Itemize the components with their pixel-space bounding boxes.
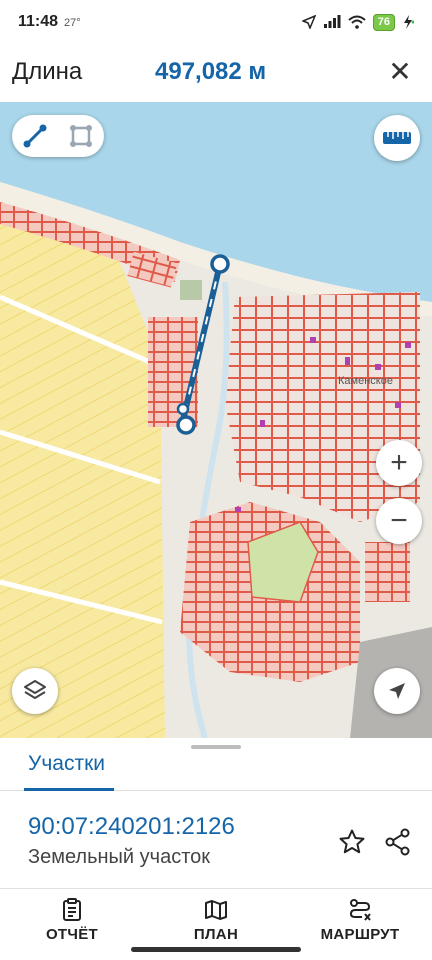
home-indicator[interactable] — [131, 947, 301, 952]
favorite-button[interactable] — [338, 828, 366, 856]
ruler-icon — [383, 132, 411, 144]
map-view[interactable]: Каменское — [0, 102, 432, 738]
measure-header: Длина 497,082 м ✕ — [0, 44, 432, 102]
status-time: 11:48 — [18, 13, 59, 30]
building — [405, 342, 411, 348]
layers-button[interactable] — [12, 668, 58, 714]
layers-icon — [24, 680, 46, 699]
zoom-out-button[interactable]: − — [376, 498, 422, 544]
battery-indicator: 76 — [372, 13, 395, 31]
area-mode-button[interactable] — [65, 120, 97, 152]
map-plan-icon — [205, 900, 227, 920]
bottom-sheet: Участки 90:07:240201:2126 Земельный учас… — [0, 738, 432, 960]
report-nav-button[interactable]: ОТЧЁТ — [17, 898, 127, 943]
area-measure-icon — [70, 125, 92, 147]
status-left: 11:48 27° — [18, 13, 81, 31]
line-measure-icon — [23, 124, 47, 148]
status-temperature: 27° — [64, 17, 81, 29]
zoom-in-button[interactable]: + — [376, 440, 422, 486]
report-icon — [63, 898, 81, 921]
navigation-arrow-icon — [389, 683, 405, 699]
plan-nav-label: ПЛАН — [193, 926, 239, 943]
close-button[interactable]: ✕ — [386, 58, 414, 86]
building — [235, 507, 241, 512]
parcel-cadastral-number[interactable]: 90:07:240201:2126 — [28, 813, 235, 841]
measure-point-mid[interactable] — [176, 402, 190, 416]
divider — [0, 888, 432, 889]
parcel-block — [365, 542, 410, 602]
star-icon — [339, 829, 365, 854]
location-arrow-icon — [301, 15, 316, 29]
measure-distance-value: 497,082 м — [155, 58, 267, 85]
building — [345, 357, 350, 365]
status-bar: 11:48 27° 76 — [0, 0, 432, 44]
green-plot — [180, 280, 202, 300]
village-label: Каменское — [338, 375, 393, 387]
measure-point-end[interactable] — [176, 415, 196, 435]
share-button[interactable] — [384, 828, 412, 856]
map-canvas[interactable]: Каменское — [0, 102, 432, 738]
route-icon — [349, 899, 371, 921]
my-location-button[interactable] — [374, 668, 420, 714]
share-icon — [385, 828, 410, 856]
measure-point-start[interactable] — [210, 254, 230, 274]
parcels-tab[interactable]: Участки — [28, 752, 105, 776]
parcel-block — [148, 317, 198, 427]
tab-underline — [24, 788, 114, 791]
signal-icon — [323, 15, 341, 28]
route-nav-label: МАРШРУТ — [320, 926, 400, 943]
route-nav-button[interactable]: МАРШРУТ — [305, 898, 415, 943]
wifi-icon — [348, 15, 366, 29]
drag-handle[interactable] — [191, 745, 241, 749]
plan-nav-button[interactable]: ПЛАН — [161, 898, 271, 943]
measure-title: Длина — [12, 58, 83, 85]
measure-mode-toggle — [12, 115, 104, 157]
building — [395, 402, 401, 408]
line-mode-button[interactable] — [19, 120, 51, 152]
building — [260, 420, 265, 427]
parcel-type: Земельный участок — [28, 846, 211, 868]
village-area — [225, 292, 420, 522]
status-right: 76 — [301, 13, 414, 31]
charging-icon — [404, 15, 414, 29]
report-nav-label: ОТЧЁТ — [45, 926, 99, 943]
ruler-button[interactable] — [374, 115, 420, 161]
building — [375, 364, 381, 370]
building — [310, 337, 316, 343]
